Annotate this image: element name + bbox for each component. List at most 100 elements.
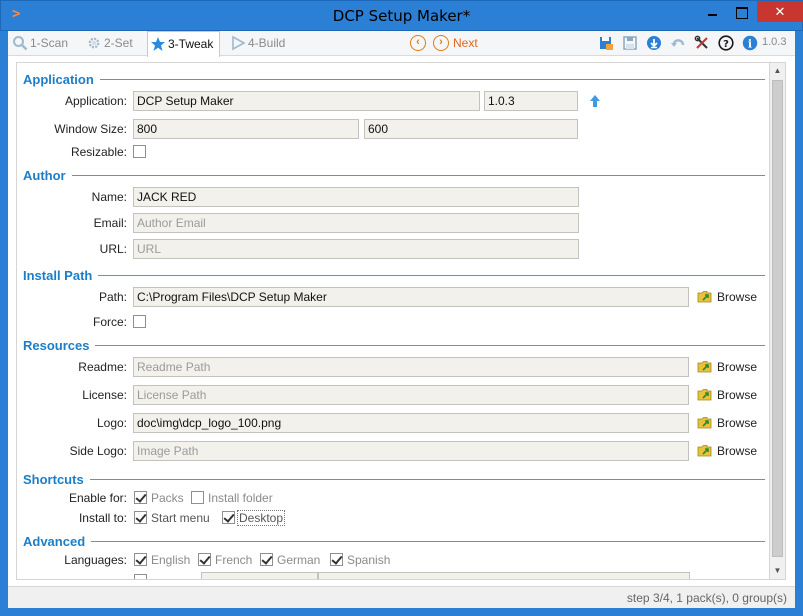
- enable-for-label: Enable for:: [68, 491, 127, 505]
- next-label[interactable]: Next: [453, 36, 478, 50]
- install-to-label: Install to:: [78, 511, 127, 525]
- tab-set[interactable]: 2-Set: [84, 31, 144, 56]
- save-project-icon[interactable]: [598, 35, 614, 51]
- tab-scan-label: 1-Scan: [30, 36, 69, 50]
- language-french-label[interactable]: French: [215, 553, 252, 567]
- section-title-advanced: Advanced: [23, 534, 92, 549]
- desktop-checkbox[interactable]: [222, 511, 235, 524]
- svg-text:?: ?: [723, 39, 729, 50]
- tab-tweak[interactable]: 3-Tweak: [147, 31, 220, 57]
- section-title-install-path: Install Path: [23, 268, 99, 283]
- minimize-button[interactable]: [698, 1, 726, 22]
- readme-browse-button[interactable]: Browse: [697, 359, 757, 377]
- next-arrow-button[interactable]: ›: [433, 35, 449, 51]
- gear-icon: [88, 37, 100, 49]
- application-name-input[interactable]: DCP Setup Maker: [133, 91, 480, 111]
- tab-tweak-label: 3-Tweak: [168, 37, 214, 51]
- play-icon: [232, 35, 246, 51]
- language-english-checkbox[interactable]: [134, 553, 147, 566]
- application-label: Application:: [64, 94, 127, 108]
- window-frame-right: [795, 31, 803, 616]
- resizable-label: Resizable:: [70, 145, 127, 159]
- folder-icon: [697, 291, 712, 303]
- info-icon[interactable]: i: [742, 35, 758, 51]
- arrow-up-icon[interactable]: [589, 94, 601, 108]
- browse-label: Browse: [717, 360, 758, 374]
- side-logo-path-input[interactable]: Image Path: [133, 441, 689, 461]
- packs-label[interactable]: Packs: [151, 491, 184, 505]
- next-row-checkbox[interactable]: [134, 574, 147, 579]
- author-url-label: URL:: [99, 242, 127, 256]
- folder-icon: [697, 417, 712, 429]
- desktop-label[interactable]: Desktop: [237, 510, 286, 526]
- next-row-input-b[interactable]: [318, 572, 690, 579]
- start-menu-checkbox[interactable]: [134, 511, 147, 524]
- window-height-input[interactable]: 600: [364, 119, 578, 139]
- install-folder-label[interactable]: Install folder: [208, 491, 273, 505]
- save-icon[interactable]: [622, 35, 638, 51]
- tweak-form-panel: Application Application: DCP Setup Maker…: [16, 62, 770, 580]
- tools-icon[interactable]: [694, 35, 710, 51]
- install-path-input[interactable]: C:\Program Files\DCP Setup Maker: [133, 287, 689, 307]
- window-width-input[interactable]: 800: [133, 119, 359, 139]
- force-checkbox[interactable]: [133, 315, 146, 328]
- logo-label: Logo:: [96, 416, 127, 430]
- next-row-input-a[interactable]: [201, 572, 318, 579]
- window-title: DCP Setup Maker*: [332, 7, 471, 25]
- browse-label: Browse: [717, 444, 758, 458]
- language-french-checkbox[interactable]: [198, 553, 211, 566]
- author-email-input[interactable]: Author Email: [133, 213, 579, 233]
- tab-build-label: 4-Build: [248, 36, 286, 50]
- author-name-input[interactable]: JACK RED: [133, 187, 579, 207]
- license-path-input[interactable]: License Path: [133, 385, 689, 405]
- browse-label: Browse: [717, 290, 758, 304]
- section-divider: [23, 79, 765, 80]
- scroll-down-arrow-icon[interactable]: ▼: [770, 563, 785, 579]
- browse-label: Browse: [717, 388, 758, 402]
- scroll-thumb[interactable]: [772, 80, 783, 557]
- previous-button[interactable]: ‹: [410, 35, 426, 51]
- status-bar: step 3/4, 1 pack(s), 0 group(s): [8, 586, 795, 608]
- tab-build[interactable]: 4-Build: [228, 31, 298, 56]
- folder-icon: [697, 361, 712, 373]
- browse-label: Browse: [717, 416, 758, 430]
- folder-icon: [697, 389, 712, 401]
- version-label: 1.0.3: [762, 36, 787, 48]
- license-browse-button[interactable]: Browse: [697, 387, 757, 405]
- language-spanish-label[interactable]: Spanish: [347, 553, 390, 567]
- help-icon[interactable]: ?: [718, 35, 734, 51]
- side-logo-label: Side Logo:: [69, 444, 127, 458]
- section-divider: [23, 541, 765, 542]
- install-path-browse-button[interactable]: Browse: [697, 289, 757, 307]
- tab-scan[interactable]: 1-Scan: [10, 31, 80, 56]
- window-size-label: Window Size:: [54, 122, 127, 136]
- application-version-input[interactable]: 1.0.3: [484, 91, 578, 111]
- side-logo-browse-button[interactable]: Browse: [697, 443, 757, 461]
- folder-icon: [697, 445, 712, 457]
- toolbar: 1-Scan 2-Set 3-Tweak 4-Build ‹ › Next ? …: [8, 31, 795, 57]
- title-bar: > DCP Setup Maker* ✕: [0, 0, 803, 31]
- logo-browse-button[interactable]: Browse: [697, 415, 757, 433]
- scroll-up-arrow-icon[interactable]: ▲: [770, 63, 785, 79]
- language-german-label[interactable]: German: [277, 553, 320, 567]
- download-icon[interactable]: [646, 35, 662, 51]
- section-title-author: Author: [23, 168, 72, 183]
- maximize-button[interactable]: [727, 1, 755, 22]
- logo-path-input[interactable]: doc\img\dcp_logo_100.png: [133, 413, 689, 433]
- language-spanish-checkbox[interactable]: [330, 553, 343, 566]
- readme-path-input[interactable]: Readme Path: [133, 357, 689, 377]
- resizable-checkbox[interactable]: [133, 145, 146, 158]
- section-title-resources: Resources: [23, 338, 96, 353]
- author-url-input[interactable]: URL: [133, 239, 579, 259]
- undo-icon[interactable]: [670, 35, 686, 51]
- packs-checkbox[interactable]: [134, 491, 147, 504]
- close-button[interactable]: ✕: [757, 1, 803, 22]
- vertical-scrollbar[interactable]: ▲ ▼: [770, 62, 786, 580]
- language-german-checkbox[interactable]: [260, 553, 273, 566]
- install-folder-checkbox[interactable]: [191, 491, 204, 504]
- languages-label: Languages:: [64, 553, 127, 567]
- license-label: License:: [82, 388, 127, 402]
- start-menu-label[interactable]: Start menu: [151, 511, 210, 525]
- status-text: step 3/4, 1 pack(s), 0 group(s): [626, 591, 787, 605]
- language-english-label[interactable]: English: [151, 553, 190, 567]
